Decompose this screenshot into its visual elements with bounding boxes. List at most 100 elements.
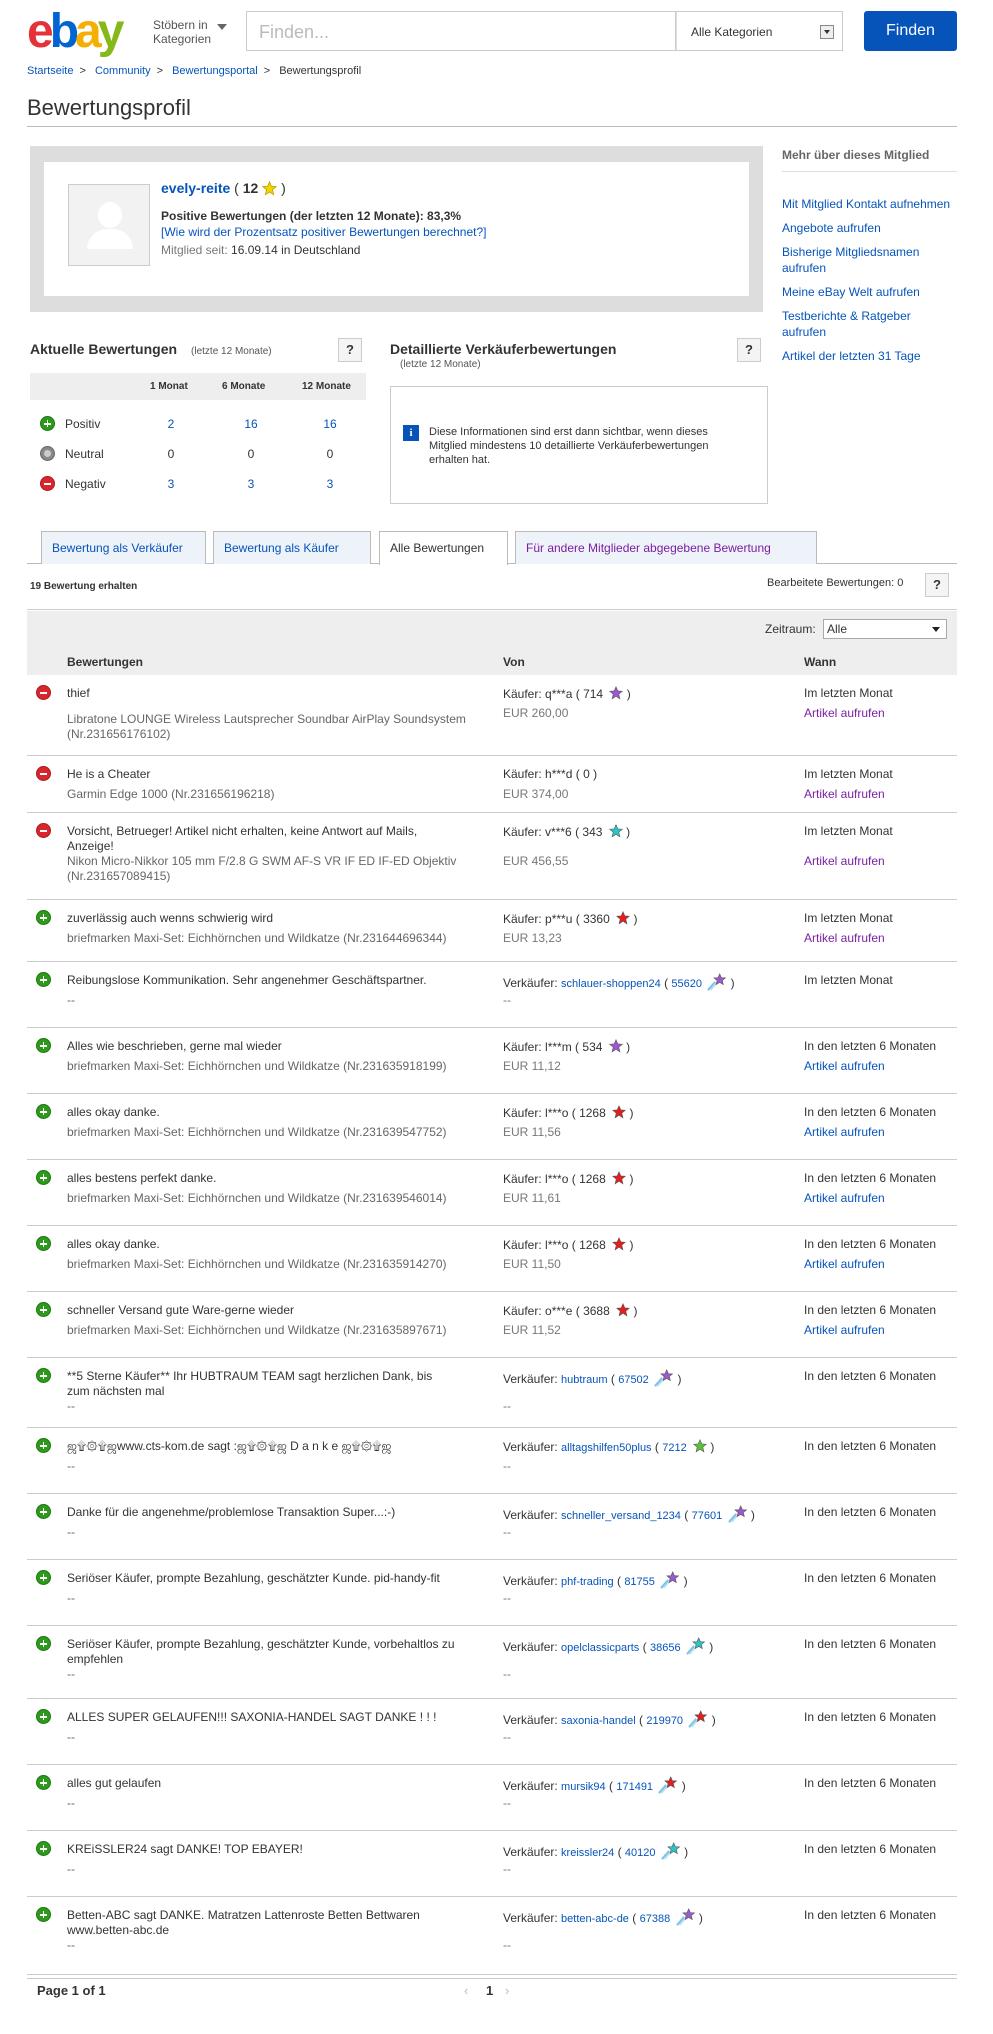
feedback-comment: Seriöser Käufer, prompte Bezahlung, gesc… <box>67 1571 440 1585</box>
category-select[interactable]: Alle Kategorien <box>676 11 843 51</box>
tab-left-for-others[interactable]: Für andere Mitglieder abgegebene Bewertu… <box>515 531 817 564</box>
user-score-link[interactable]: 67502 <box>618 1374 649 1386</box>
col-1-month: 1 Monat <box>150 381 188 392</box>
sidebar-link-contact[interactable]: Mit Mitglied Kontakt aufnehmen <box>782 196 957 212</box>
timeframe-select[interactable]: Alle <box>823 619 947 639</box>
negative-1-month[interactable]: 3 <box>151 477 191 491</box>
feedback-when: In den letzten 6 Monaten <box>804 1505 937 1519</box>
sidebar-link-recent-items[interactable]: Artikel der letzten 31 Tage <box>782 348 957 364</box>
seller-link[interactable]: hubtraum <box>561 1374 607 1386</box>
breadcrumb-community[interactable]: Community <box>95 65 151 77</box>
feedback-from: Käufer: l***m ( 534 ) <box>503 1038 631 1054</box>
seller-link[interactable]: schlauer-shoppen24 <box>561 978 661 990</box>
username-link[interactable]: evely-reite <box>161 180 230 196</box>
view-item-link[interactable]: Artikel aufrufen <box>804 1323 885 1337</box>
seller-link[interactable]: alltagshilfen50plus <box>561 1442 652 1454</box>
user-score-link[interactable]: 40120 <box>625 1847 656 1859</box>
feedback-item: -- <box>67 1862 75 1876</box>
user-role: Käufer: <box>503 912 542 926</box>
positive-6-months[interactable]: 16 <box>231 417 271 431</box>
feedback-row: thief Libratone LOUNGE Wireless Lautsprec… <box>27 675 957 756</box>
breadcrumb-bewertungsportal[interactable]: Bewertungsportal <box>172 65 258 77</box>
view-item-link[interactable]: Artikel aufrufen <box>804 1059 885 1073</box>
tab-as-seller[interactable]: Bewertung als Verkäufer <box>41 531 206 564</box>
positive-icon <box>36 972 51 987</box>
item-price: EUR 11,50 <box>503 1257 561 1271</box>
negative-6-months[interactable]: 3 <box>231 477 271 491</box>
detailed-help-button[interactable]: ? <box>737 338 761 362</box>
feedback-item: -- <box>67 1667 75 1681</box>
user-score-link[interactable]: 77601 <box>692 1510 723 1522</box>
user-score: 3360 <box>583 912 610 926</box>
tab-all-ratings[interactable]: Alle Bewertungen <box>379 531 508 565</box>
view-item-link[interactable]: Artikel aufrufen <box>804 931 885 945</box>
user-score-link[interactable]: 171491 <box>616 1781 653 1793</box>
user-score-link[interactable]: 81755 <box>624 1576 655 1588</box>
seller-link[interactable]: phf-trading <box>561 1576 614 1588</box>
edited-help-button[interactable]: ? <box>925 573 949 597</box>
seller-link[interactable]: betten-abc-de <box>561 1913 629 1925</box>
positive-1-month[interactable]: 2 <box>151 417 191 431</box>
user-score-link[interactable]: 7212 <box>662 1442 686 1454</box>
breadcrumb-startseite[interactable]: Startseite <box>27 65 73 77</box>
user-score-link[interactable]: 55620 <box>671 978 702 990</box>
next-page-button[interactable]: › <box>505 1983 509 1998</box>
col-6-months: 6 Monate <box>222 381 266 392</box>
sidebar-link-offers[interactable]: Angebote aufrufen <box>782 220 957 236</box>
feedback-row: **5 Sterne Käufer** Ihr HUBTRAUM TEAM sa… <box>27 1358 957 1428</box>
shooting-star-icon <box>660 1571 680 1589</box>
view-item-link[interactable]: Artikel aufrufen <box>804 787 885 801</box>
sidebar-title: Mehr über dieses Mitglied <box>782 148 957 172</box>
feedback-from: Käufer: v***6 ( 343 ) <box>503 823 631 839</box>
user-score-link[interactable]: 38656 <box>650 1642 681 1654</box>
feedback-when: In den letzten 6 Monaten <box>804 1039 937 1053</box>
positive-12-months[interactable]: 16 <box>310 417 350 431</box>
view-item-link[interactable]: Artikel aufrufen <box>804 1125 885 1139</box>
seller-link[interactable]: opelclassicparts <box>561 1642 639 1654</box>
chevron-down-icon <box>217 24 227 30</box>
seller-link[interactable]: saxonia-handel <box>561 1715 636 1727</box>
sidebar-link-reviews-guides[interactable]: Testberichte & Ratgeber aufrufen <box>782 308 957 340</box>
current-page[interactable]: 1 <box>486 1983 493 1998</box>
item-price: EUR 374,00 <box>503 787 569 801</box>
tab-as-buyer[interactable]: Bewertung als Käufer <box>213 531 371 564</box>
feedback-row: alles bestens perfekt danke. briefmarken … <box>27 1160 957 1226</box>
user-score-link[interactable]: 219970 <box>646 1715 683 1727</box>
ebay-logo[interactable]: ebay <box>27 6 124 58</box>
view-item-link[interactable]: Artikel aufrufen <box>804 706 885 720</box>
browse-categories-button[interactable]: Stöbern in Kategorien <box>153 18 227 46</box>
search-input[interactable]: Finden... <box>246 11 676 51</box>
recent-help-button[interactable]: ? <box>338 338 362 362</box>
item-price: -- <box>503 1459 511 1473</box>
view-item-link[interactable]: Artikel aufrufen <box>804 1191 885 1205</box>
prev-page-button[interactable]: ‹ <box>464 1983 468 1998</box>
user-score-link[interactable]: 67388 <box>640 1913 671 1925</box>
sidebar-link-my-ebay[interactable]: Meine eBay Welt aufrufen <box>782 284 957 300</box>
shooting-star-icon <box>688 1710 708 1728</box>
feedback-row: schneller Versand gute Ware-gerne wieder… <box>27 1292 957 1358</box>
user-role: Verkäufer: <box>503 1640 558 1654</box>
user-score: 1268 <box>579 1172 606 1186</box>
percentage-info-link[interactable]: [Wie wird der Prozentsatz positiver Bewe… <box>161 225 487 239</box>
seller-link[interactable]: mursik94 <box>561 1781 606 1793</box>
timeframe-bar: Zeitraum: Alle <box>27 611 957 648</box>
feedback-when: Im letzten Monat <box>804 973 893 987</box>
view-item-link[interactable]: Artikel aufrufen <box>804 854 885 868</box>
view-item-link[interactable]: Artikel aufrufen <box>804 1257 885 1271</box>
feedback-row: alles okay danke. briefmarken Maxi-Set: E… <box>27 1226 957 1292</box>
negative-icon <box>40 476 55 491</box>
feedback-comment: ALLES SUPER GELAUFEN!!! SAXONIA-HANDEL S… <box>67 1710 437 1724</box>
sidebar-link-previous-names[interactable]: Bisherige Mitgliedsnamen aufrufen <box>782 244 957 276</box>
neutral-1-month: 0 <box>167 447 175 461</box>
feedback-comment: Reibungslose Kommunikation. Sehr angeneh… <box>67 973 427 987</box>
find-button[interactable]: Finden <box>864 11 957 51</box>
star-icon <box>616 910 631 925</box>
header-ratings: Bewertungen <box>67 655 144 669</box>
info-icon: i <box>403 425 419 441</box>
seller-link[interactable]: schneller_versand_1234 <box>561 1510 681 1522</box>
negative-12-months[interactable]: 3 <box>310 477 350 491</box>
feedback-item: -- <box>67 1796 75 1810</box>
feedback-from: Käufer: o***e ( 3688 ) <box>503 1302 638 1318</box>
item-price: EUR 11,56 <box>503 1125 561 1139</box>
seller-link[interactable]: kreissler24 <box>561 1847 614 1859</box>
